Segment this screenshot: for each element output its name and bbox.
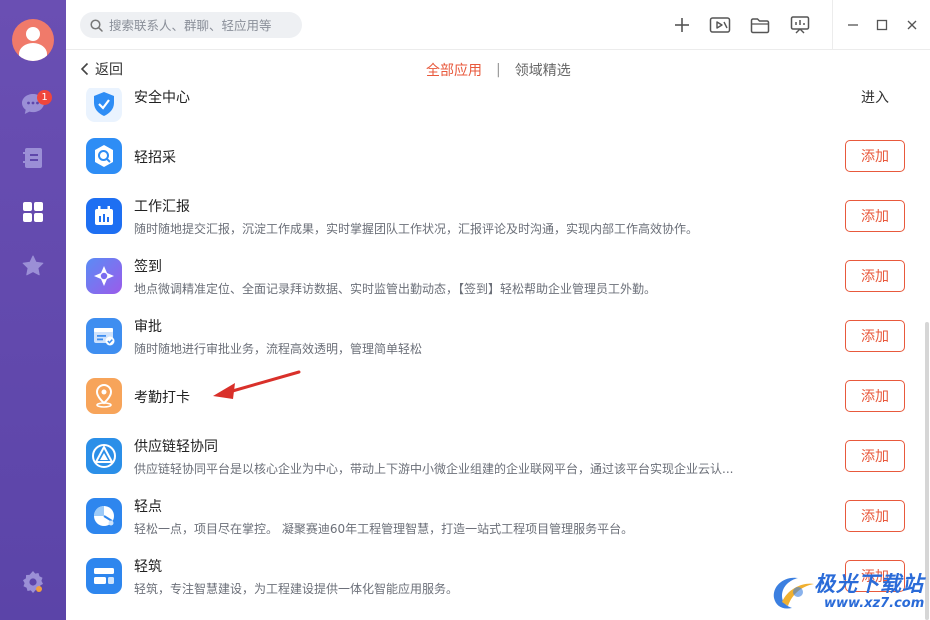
maximize-button[interactable] <box>873 16 891 34</box>
location-target-icon <box>94 266 114 286</box>
close-button[interactable] <box>903 16 921 34</box>
back-button[interactable]: 返回 <box>80 59 123 79</box>
top-bar <box>66 0 930 50</box>
add-button-checkin[interactable]: 添加 <box>845 260 905 292</box>
avatar[interactable] <box>12 19 54 61</box>
app-name: 安全中心 <box>134 90 190 106</box>
app-icon-supply-chain <box>86 438 122 474</box>
search-badge-icon <box>95 145 113 167</box>
avatar-head <box>26 27 40 41</box>
chevron-left-icon <box>80 62 89 76</box>
building-block-icon <box>94 568 114 584</box>
plus-icon <box>675 18 689 32</box>
app-name: 签到 <box>134 259 162 275</box>
screen-share-icon <box>790 16 810 34</box>
left-sidebar: 1 <box>0 0 66 620</box>
add-button-attendance[interactable]: 添加 <box>845 380 905 412</box>
tab-featured[interactable]: 领域精选 <box>515 60 571 80</box>
app-icon-checkin <box>86 258 122 294</box>
enter-link[interactable]: 进入 <box>861 88 889 107</box>
video-call-button[interactable] <box>708 13 732 37</box>
add-button-supply-chain[interactable]: 添加 <box>845 440 905 472</box>
settings-button[interactable] <box>19 568 47 596</box>
watermark-text: 极光下载站 <box>814 572 924 596</box>
screen-share-button[interactable] <box>788 13 812 37</box>
star-icon <box>22 255 44 276</box>
search-box[interactable] <box>80 12 302 38</box>
close-icon <box>907 20 917 30</box>
app-list: 安全中心 进入 轻招采 添加 工作汇报 随时随地提交汇报，沉淀工作成果，实时掌握… <box>66 88 922 620</box>
minimize-button[interactable] <box>844 16 862 34</box>
list-item: 工作汇报 随时随地提交汇报，沉淀工作成果，实时掌握团队工作状况，汇报评论及时沟通… <box>66 186 922 246</box>
app-icon-qingzhu <box>86 558 122 594</box>
toolbar-divider <box>832 0 833 50</box>
app-name: 轻点 <box>134 499 162 515</box>
app-tabs: 全部应用 | 领域精选 <box>426 60 571 80</box>
app-description: 地点微调精准定位、全面记录拜访数据、实时监管出勤动态，【签到】轻松帮助企业管理员… <box>134 282 657 296</box>
watermark: 极光下载站 www.xz7.com <box>768 566 930 616</box>
list-item: 审批 随时随地进行审批业务，流程高效透明，管理简单轻松 添加 <box>66 306 922 366</box>
app-name: 轻招采 <box>134 150 176 166</box>
list-item: 考勤打卡 添加 <box>66 366 922 426</box>
app-description: 轻筑，专注智慧建设，为工程建设提供一体化智能应用服务。 <box>134 582 459 596</box>
app-icon-work-report <box>86 198 122 234</box>
triangle-network-icon <box>92 444 116 468</box>
sidebar-item-favorites[interactable] <box>19 252 47 280</box>
app-description: 随时随地提交汇报，沉淀工作成果，实时掌握团队工作状况，汇报评论及时沟通，实现内部… <box>134 222 699 236</box>
search-icon <box>90 18 103 32</box>
app-window: 1 搜索联系人、群聊、轻应用等 返回 全部应用 | 领域精选 安全中心 进入 轻… <box>0 0 930 620</box>
add-button-approval[interactable]: 添加 <box>845 320 905 352</box>
app-icon-procurement <box>86 138 122 174</box>
app-icon-qingdian <box>86 498 122 534</box>
add-button-qingdian[interactable]: 添加 <box>845 500 905 532</box>
app-name: 审批 <box>134 319 162 335</box>
app-icon-attendance <box>86 378 122 414</box>
tab-separator: | <box>496 62 501 78</box>
approval-form-icon <box>94 328 115 346</box>
folder-icon <box>750 17 770 33</box>
video-call-icon <box>709 17 731 33</box>
list-item: 供应链轻协同 供应链轻协同平台是以核心企业为中心，带动上下游中小微企业组建的企业… <box>66 426 922 486</box>
add-button-procurement[interactable]: 添加 <box>845 140 905 172</box>
red-arrow-annotation <box>213 370 301 399</box>
sub-header: 返回 全部应用 | 领域精选 <box>66 50 930 88</box>
avatar-body <box>19 43 47 61</box>
minimize-icon <box>848 24 858 26</box>
unread-badge: 1 <box>37 90 52 105</box>
list-item: 签到 地点微调精准定位、全面记录拜访数据、实时监管出勤动态，【签到】轻松帮助企业… <box>66 246 922 306</box>
search-input[interactable] <box>109 17 299 33</box>
calendar-report-icon <box>95 206 113 225</box>
add-button-work-report[interactable]: 添加 <box>845 200 905 232</box>
app-icon-security <box>86 88 122 122</box>
app-description: 供应链轻协同平台是以核心企业为中心，带动上下游中小微企业组建的企业联网平台，通过… <box>134 462 734 476</box>
files-button[interactable] <box>748 13 772 37</box>
location-pin-icon <box>95 383 113 408</box>
app-description: 随时随地进行审批业务，流程高效透明，管理简单轻松 <box>134 342 423 356</box>
shield-check-icon <box>94 92 114 116</box>
maximize-icon <box>876 19 888 31</box>
watermark-url: www.xz7.com <box>824 596 925 611</box>
app-description: 轻松一点，项目尽在掌控。 凝聚赛迪60年工程管理智慧，打造一站式工程项目管理服务… <box>134 522 634 536</box>
add-button[interactable] <box>670 13 694 37</box>
apps-grid-icon <box>23 202 43 222</box>
app-name: 供应链轻协同 <box>134 439 218 455</box>
app-name: 工作汇报 <box>134 199 190 215</box>
app-name: 轻筑 <box>134 559 162 575</box>
watermark-logo-icon <box>773 577 814 609</box>
sidebar-item-contacts[interactable] <box>19 144 47 172</box>
gear-icon <box>23 571 43 593</box>
back-label: 返回 <box>95 62 123 78</box>
sidebar-item-apps[interactable] <box>19 198 47 226</box>
list-item: 轻招采 添加 <box>66 126 922 186</box>
pie-chart-icon <box>94 506 114 526</box>
app-icon-approval <box>86 318 122 354</box>
app-name: 考勤打卡 <box>134 390 190 406</box>
tab-all-apps[interactable]: 全部应用 <box>426 60 482 80</box>
address-book-icon <box>23 148 42 168</box>
list-item: 轻点 轻松一点，项目尽在掌控。 凝聚赛迪60年工程管理智慧，打造一站式工程项目管… <box>66 486 922 546</box>
